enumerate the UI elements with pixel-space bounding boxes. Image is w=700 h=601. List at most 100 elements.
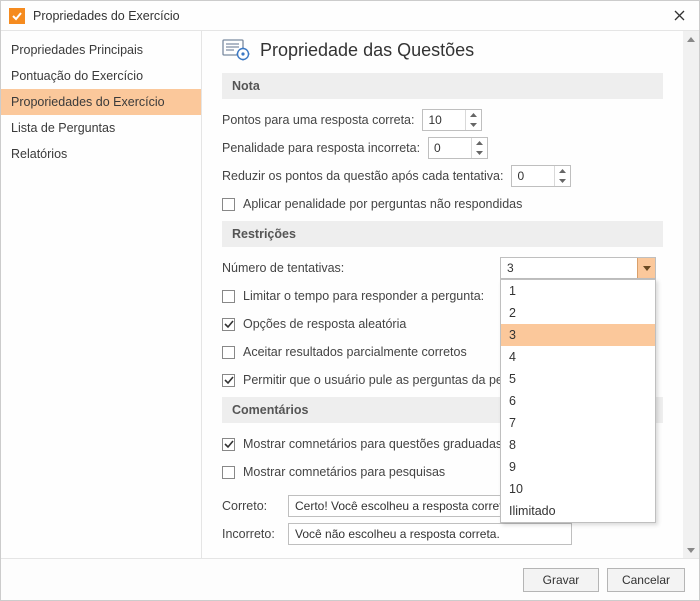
penalty-incorrect-spinner[interactable] (428, 137, 488, 159)
sidebar-item-question-list[interactable]: Lista de Perguntas (1, 115, 201, 141)
attempts-option[interactable]: 8 (501, 434, 655, 456)
checkbox-box (222, 438, 235, 451)
spinner-up-button[interactable] (472, 138, 487, 148)
dialog-body: Propriedades Principais Pontuação do Exe… (1, 31, 699, 558)
spinner-controls (554, 166, 570, 186)
apply-penalty-unanswered-checkbox[interactable]: Aplicar penalidade por perguntas não res… (222, 197, 522, 211)
points-correct-label: Pontos para uma resposta correta: (222, 113, 414, 127)
sidebar: Propriedades Principais Pontuação do Exe… (1, 31, 202, 558)
chevron-down-icon (687, 548, 695, 553)
spinner-controls (465, 110, 481, 130)
row-reduce-points: Reduzir os pontos da questão após cada t… (222, 165, 663, 187)
section-score-heading: Nota (222, 73, 663, 99)
limit-time-label: Limitar o tempo para responder a pergunt… (243, 289, 484, 303)
row-attempts: Número de tentativas: 3 12345678910Ilimi… (222, 257, 663, 279)
apply-penalty-unanswered-label: Aplicar penalidade por perguntas não res… (243, 197, 522, 211)
sidebar-item-reports[interactable]: Relatórios (1, 141, 201, 167)
attempts-dropdown[interactable]: 3 12345678910Ilimitado (500, 257, 656, 279)
spinner-down-button[interactable] (555, 176, 570, 186)
scroll-down-button[interactable] (683, 542, 699, 558)
allow-skip-checkbox[interactable]: Permitir que o usuário pule as perguntas… (222, 373, 539, 387)
chevron-down-icon (643, 266, 651, 271)
page-header-icon (222, 39, 250, 61)
close-button[interactable] (667, 4, 691, 28)
show-survey-checkbox[interactable]: Mostrar comnetários para pesquisas (222, 465, 445, 479)
attempts-option[interactable]: 10 (501, 478, 655, 500)
points-correct-input[interactable] (423, 110, 465, 130)
close-icon (674, 10, 685, 21)
check-icon (224, 439, 234, 449)
attempts-dropdown-list: 12345678910Ilimitado (500, 279, 656, 523)
penalty-incorrect-input[interactable] (429, 138, 471, 158)
attempts-option[interactable]: 3 (501, 324, 655, 346)
spinner-down-button[interactable] (466, 120, 481, 130)
chevron-up-icon (559, 169, 566, 173)
incorrect-feedback-input[interactable] (288, 523, 572, 545)
titlebar: Propriedades do Exercício (1, 1, 699, 31)
window-title: Propriedades do Exercício (33, 9, 667, 23)
checkbox-box (222, 198, 235, 211)
random-answers-label: Opções de resposta aleatória (243, 317, 406, 331)
attempts-option[interactable]: 4 (501, 346, 655, 368)
attempts-option[interactable]: 2 (501, 302, 655, 324)
chevron-down-icon (559, 179, 566, 183)
attempts-option[interactable]: Ilimitado (501, 500, 655, 522)
chevron-down-icon (476, 151, 483, 155)
chevron-down-icon (470, 123, 477, 127)
page-title: Propriedade das Questões (260, 40, 474, 61)
row-incorrect-feedback: Incorreto: (222, 523, 663, 545)
cancel-button[interactable]: Cancelar (607, 568, 685, 592)
random-answers-checkbox[interactable]: Opções de resposta aleatória (222, 317, 406, 331)
spinner-up-button[interactable] (466, 110, 481, 120)
check-icon (224, 319, 234, 329)
sidebar-item-exercise-properties[interactable]: Proporiedades do Exercício (1, 89, 201, 115)
dialog-footer: Gravar Cancelar (1, 558, 699, 600)
chevron-up-icon (687, 37, 695, 42)
content-wrap: Propriedade das Questões Nota Pontos par… (202, 31, 699, 558)
attempts-option[interactable]: 1 (501, 280, 655, 302)
attempts-option[interactable]: 7 (501, 412, 655, 434)
allow-skip-label: Permitir que o usuário pule as perguntas… (243, 373, 539, 387)
chevron-up-icon (476, 141, 483, 145)
accept-partial-label: Aceitar resultados parcialmente corretos (243, 345, 467, 359)
content: Propriedade das Questões Nota Pontos par… (202, 31, 683, 558)
attempts-option[interactable]: 9 (501, 456, 655, 478)
attempts-dropdown-field[interactable]: 3 (500, 257, 656, 279)
checkbox-box (222, 466, 235, 479)
scroll-up-button[interactable] (683, 31, 699, 47)
attempts-option[interactable]: 6 (501, 390, 655, 412)
row-penalty-incorrect: Penalidade para resposta incorreta: (222, 137, 663, 159)
section-restrictions-heading: Restrições (222, 221, 663, 247)
show-survey-label: Mostrar comnetários para pesquisas (243, 465, 445, 479)
attempts-label: Número de tentativas: (222, 261, 492, 275)
attempts-option[interactable]: 5 (501, 368, 655, 390)
save-button[interactable]: Gravar (523, 568, 599, 592)
row-points-correct: Pontos para uma resposta correta: (222, 109, 663, 131)
show-graded-label: Mostrar comnetários para questões gradua… (243, 437, 502, 451)
attempts-dropdown-button[interactable] (637, 258, 655, 278)
spinner-down-button[interactable] (472, 148, 487, 158)
checkbox-box (222, 374, 235, 387)
attempts-dropdown-value: 3 (501, 261, 637, 275)
chevron-up-icon (470, 113, 477, 117)
points-correct-spinner[interactable] (422, 109, 482, 131)
checkbox-box (222, 290, 235, 303)
accept-partial-checkbox[interactable]: Aceitar resultados parcialmente corretos (222, 345, 467, 359)
check-icon (224, 375, 234, 385)
checkbox-box (222, 346, 235, 359)
reduce-points-input[interactable] (512, 166, 554, 186)
sidebar-item-exercise-scoring[interactable]: Pontuação do Exercício (1, 63, 201, 89)
spinner-controls (471, 138, 487, 158)
page-header: Propriedade das Questões (222, 39, 663, 61)
limit-time-checkbox[interactable]: Limitar o tempo para responder a pergunt… (222, 289, 484, 303)
sidebar-item-main-properties[interactable]: Propriedades Principais (1, 37, 201, 63)
vertical-scrollbar[interactable] (683, 31, 699, 558)
checkbox-box (222, 318, 235, 331)
penalty-incorrect-label: Penalidade para resposta incorreta: (222, 141, 420, 155)
spinner-up-button[interactable] (555, 166, 570, 176)
incorrect-label: Incorreto: (222, 527, 280, 541)
row-apply-penalty-unanswered: Aplicar penalidade por perguntas não res… (222, 193, 663, 215)
app-icon (9, 8, 25, 24)
show-graded-checkbox[interactable]: Mostrar comnetários para questões gradua… (222, 437, 502, 451)
reduce-points-spinner[interactable] (511, 165, 571, 187)
